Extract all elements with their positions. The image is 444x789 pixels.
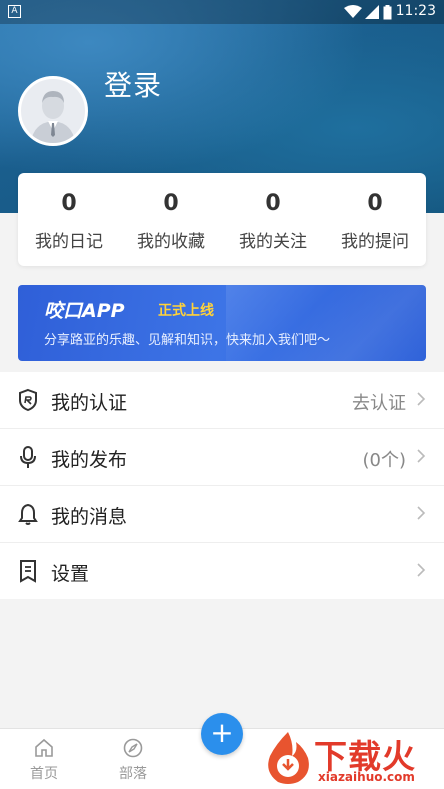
stat-label: 我的收藏 [137,232,205,252]
login-link[interactable]: 登录 [104,64,162,104]
user-silhouette-icon [31,91,75,143]
banner-tag: 正式上线 [158,303,214,319]
banner-subtitle: 分享路亚的乐趣、见解和知识，快来加入我们吧～ [44,333,331,348]
tab-tribe[interactable]: 部落 [103,737,163,783]
menu-item-value: (0个) [362,450,407,471]
battery-icon [383,5,392,20]
banner-title: 咬口APP [44,300,125,322]
menu-item-label: 我的消息 [51,506,128,528]
menu-item-label: 我的发布 [51,449,128,471]
settings-menu: 我的认证 去认证 我的发布 (0个) 我的消息 设置 [0,372,444,599]
watermark: 下载火 xiazaihuo.com [262,728,444,788]
menu-item-verification[interactable]: 我的认证 去认证 [0,372,444,429]
avatar[interactable] [18,76,88,146]
app-launch-banner[interactable]: 咬口APP 正式上线 分享路亚的乐趣、见解和知识，快来加入我们吧～ [18,285,426,361]
stat-label: 我的关注 [239,232,307,252]
banner-pattern [226,285,426,361]
menu-item-settings[interactable]: 设置 [0,543,444,599]
stat-count: 0 [163,191,179,216]
stat-questions[interactable]: 0 我的提问 [324,173,426,266]
chevron-right-icon [417,506,426,520]
stat-count: 0 [61,191,77,216]
stat-label: 我的提问 [341,232,409,252]
compass-icon [123,738,143,758]
wifi-icon [344,5,362,18]
status-bar: A 11:23 [0,0,444,24]
shield-icon [19,388,37,412]
home-icon [35,738,53,757]
microphone-icon [20,446,36,468]
watermark-url: xiazaihuo.com [318,770,415,784]
notification-badge: A [8,5,21,18]
stats-card: 0 我的日记 0 我的收藏 0 我的关注 0 我的提问 [18,173,426,266]
tab-label: 部落 [119,766,147,782]
chevron-right-icon [417,449,426,463]
menu-item-messages[interactable]: 我的消息 [0,486,444,543]
signal-icon [365,5,379,19]
menu-item-posts[interactable]: 我的发布 (0个) [0,429,444,486]
stat-favorites[interactable]: 0 我的收藏 [120,173,222,266]
add-post-button[interactable]: + [201,713,243,755]
stat-count: 0 [367,191,383,216]
menu-item-label: 设置 [51,563,90,585]
clock: 11:23 [395,3,436,19]
stat-diary[interactable]: 0 我的日记 [18,173,120,266]
tab-home[interactable]: 首页 [14,737,74,783]
menu-item-value: 去认证 [352,393,406,414]
stat-label: 我的日记 [35,232,103,252]
stat-following[interactable]: 0 我的关注 [222,173,324,266]
flame-logo-icon [268,732,309,784]
stat-count: 0 [265,191,281,216]
chevron-right-icon [417,563,426,577]
bookmark-icon [20,560,36,583]
bell-icon [18,503,38,525]
chevron-right-icon [417,392,426,406]
menu-item-label: 我的认证 [51,392,128,414]
tab-label: 首页 [30,766,58,782]
